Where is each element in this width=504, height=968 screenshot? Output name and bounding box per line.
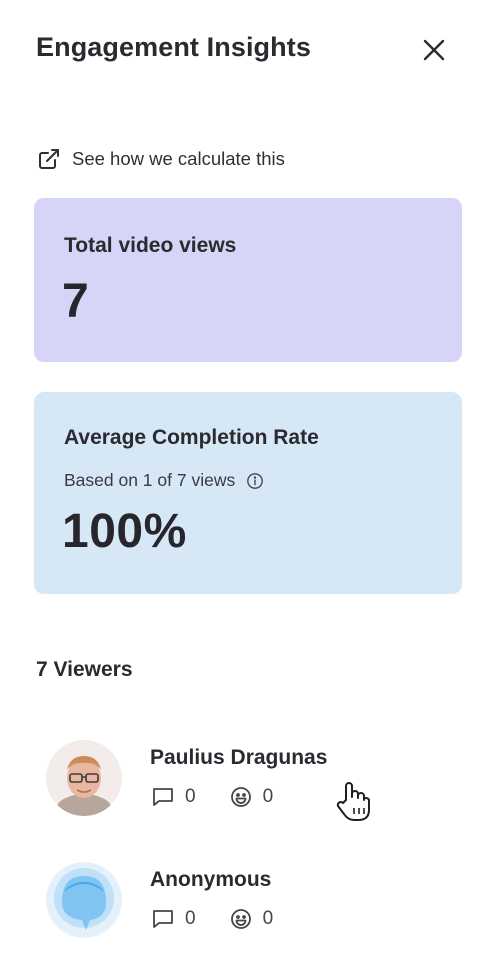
reaction-count-value: 0 [262, 908, 274, 929]
viewer-stats: 0 0 [150, 906, 295, 932]
emoji-icon [228, 906, 254, 932]
total-views-value: 7 [62, 275, 90, 328]
viewer-row[interactable]: Paulius Dragunas 0 0 [46, 740, 466, 820]
completion-rate-card: Average Completion Rate Based on 1 of 7 … [34, 392, 462, 594]
total-views-label: Total video views [64, 234, 237, 257]
avatar [46, 740, 122, 816]
completion-rate-label: Average Completion Rate [64, 426, 319, 449]
completion-rate-value: 100% [62, 505, 187, 558]
comment-count: 0 [150, 784, 196, 810]
anonymous-avatar [46, 862, 122, 938]
reaction-count: 0 [228, 784, 274, 810]
comment-icon [150, 906, 176, 932]
engagement-insights-panel: Engagement Insights See how we calculate… [0, 0, 504, 968]
comment-count: 0 [150, 906, 196, 932]
comment-icon [150, 784, 176, 810]
panel-title: Engagement Insights [36, 32, 311, 62]
viewer-name: Anonymous [150, 868, 272, 891]
completion-basis-text: Based on 1 of 7 views [64, 470, 236, 490]
comment-count-value: 0 [185, 786, 196, 807]
reaction-count: 0 [228, 906, 274, 932]
viewers-heading: 7 Viewers [36, 658, 133, 681]
external-link-icon [36, 146, 62, 172]
comment-count-value: 0 [185, 908, 196, 929]
emoji-icon [228, 784, 254, 810]
info-icon[interactable] [245, 471, 265, 491]
close-button[interactable] [414, 30, 454, 70]
viewer-row[interactable]: Anonymous 0 0 [46, 862, 466, 942]
total-views-card: Total video views 7 [34, 198, 462, 362]
calculation-link-label: See how we calculate this [72, 148, 285, 169]
completion-rate-basis: Based on 1 of 7 views [64, 470, 265, 491]
reaction-count-value: 0 [262, 786, 274, 807]
viewer-stats: 0 0 [150, 784, 295, 810]
close-icon [423, 39, 445, 61]
calculation-info-link[interactable]: See how we calculate this [36, 146, 285, 172]
viewer-name: Paulius Dragunas [150, 746, 328, 769]
